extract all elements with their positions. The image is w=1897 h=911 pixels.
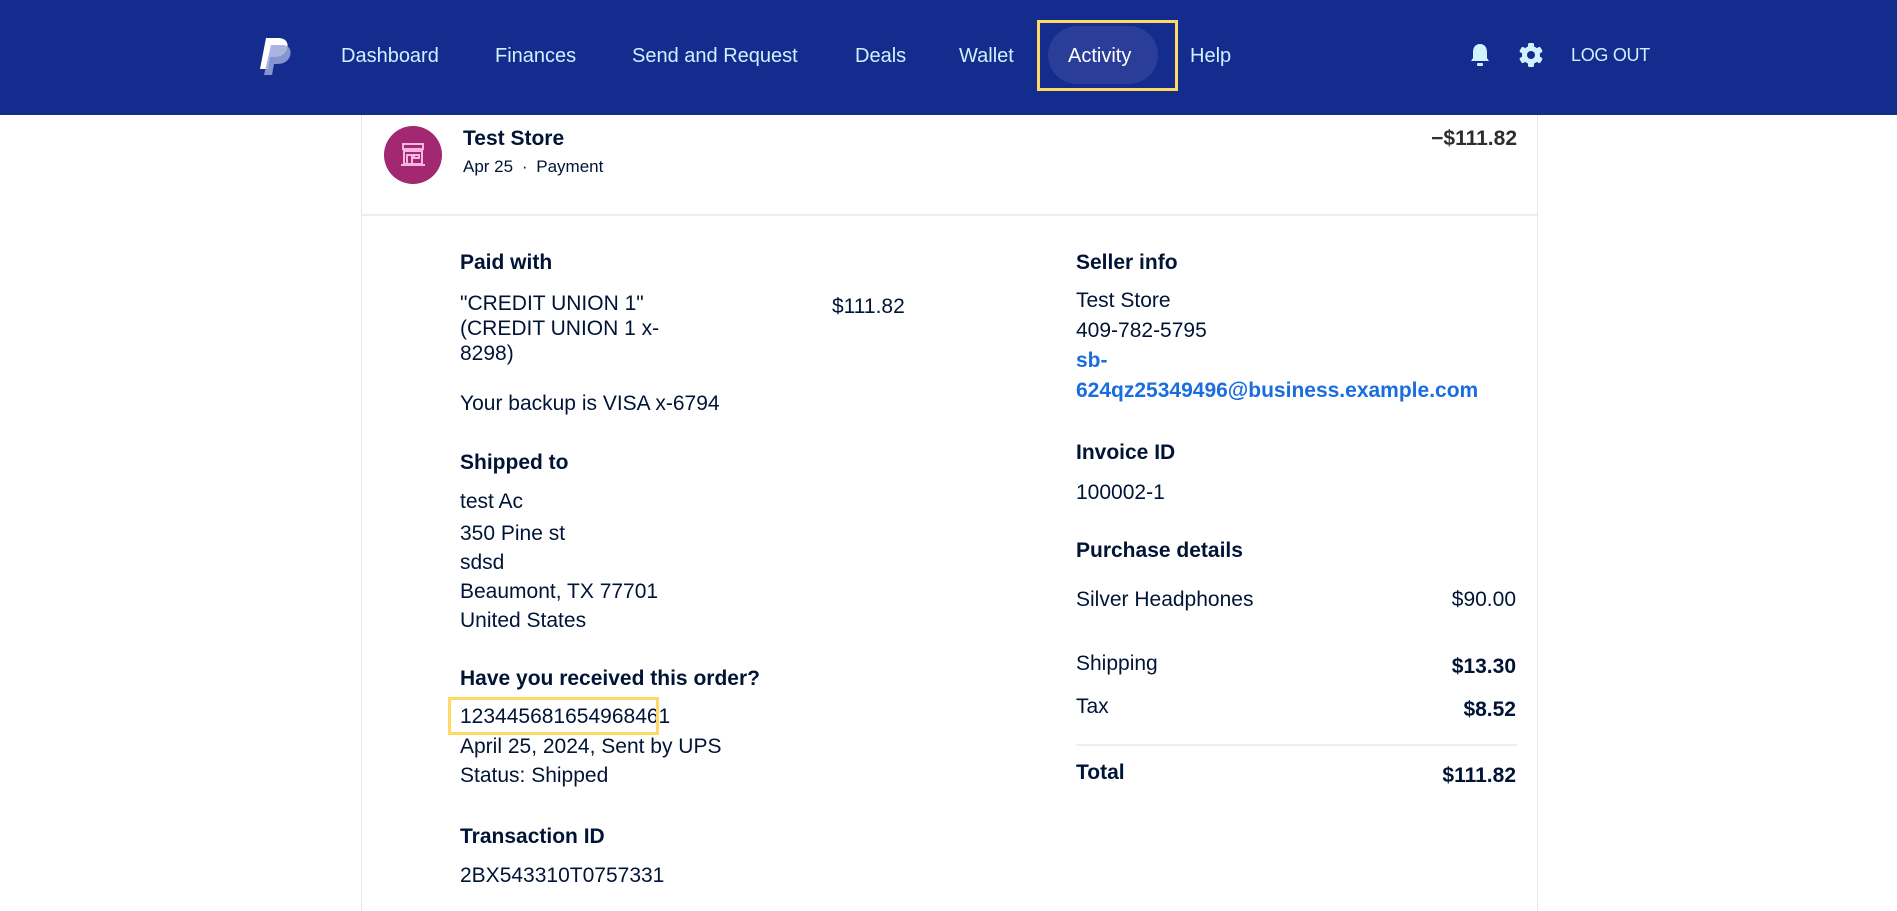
ship-city-state-zip: Beaumont, TX 77701 [460, 580, 659, 603]
bell-icon[interactable] [1465, 40, 1495, 70]
shipping-label: Shipping [1076, 652, 1158, 675]
total-divider [1076, 744, 1517, 746]
transaction-id-value: 2BX543310T0757331 [460, 864, 665, 887]
invoice-id-title: Invoice ID [1076, 441, 1176, 464]
tracking-number[interactable]: 123445681654968461 [460, 702, 670, 731]
order-received-title: Have you received this order? [460, 667, 760, 690]
transaction-meta: Apr 25 · Payment [463, 157, 603, 177]
purchase-details-title: Purchase details [1076, 539, 1243, 562]
total-value: $111.82 [1442, 764, 1516, 787]
seller-email-line-2[interactable]: 624qz25349496@business.example.com [1076, 376, 1478, 405]
nav-activity[interactable]: Activity [1068, 40, 1131, 72]
paid-with-title: Paid with [460, 251, 553, 274]
merchant-name: Test Store [463, 127, 565, 150]
top-navigation-bar: Dashboard Finances Send and Request Deal… [0, 0, 1897, 115]
nav-finances[interactable]: Finances [495, 40, 576, 72]
shipping-value: $13.30 [1451, 655, 1516, 678]
shipped-to-title: Shipped to [460, 451, 569, 474]
nav-help[interactable]: Help [1190, 40, 1231, 72]
seller-phone: 409-782-5795 [1076, 319, 1207, 342]
ship-line-2: sdsd [460, 551, 505, 574]
funding-source-line-3: 8298) [460, 342, 514, 365]
logout-button[interactable]: LOG OUT [1571, 40, 1650, 70]
transaction-detail-card: Test Store Apr 25 · Payment −$111.82 Pai… [361, 115, 1538, 911]
ship-name: test Ac [460, 490, 524, 513]
transaction-summary: Test Store Apr 25 · Payment −$111.82 [362, 115, 1537, 216]
nav-dashboard[interactable]: Dashboard [341, 40, 439, 72]
funding-amount: $111.82 [832, 295, 905, 318]
backup-funding: Your backup is VISA x-6794 [460, 392, 720, 415]
transaction-date: Apr 25 [463, 157, 514, 176]
invoice-id-value: 100002-1 [1076, 481, 1165, 504]
seller-name: Test Store [1076, 289, 1171, 312]
gear-icon[interactable] [1516, 40, 1546, 70]
item-price: $90.00 [1451, 588, 1516, 611]
transaction-id-title: Transaction ID [460, 825, 605, 848]
nav-wallet[interactable]: Wallet [959, 40, 1014, 72]
paypal-logo[interactable] [258, 36, 292, 76]
ship-country: United States [460, 609, 587, 632]
transaction-amount: −$111.82 [1431, 127, 1517, 150]
shipment-info: April 25, 2024, Sent by UPS [460, 735, 722, 758]
tax-value: $8.52 [1463, 698, 1516, 721]
tax-label: Tax [1076, 695, 1109, 718]
item-name: Silver Headphones [1076, 588, 1254, 611]
storefront-icon [384, 126, 442, 184]
nav-send-and-request[interactable]: Send and Request [632, 40, 798, 72]
total-label: Total [1076, 761, 1125, 784]
seller-email-line-1[interactable]: sb- [1076, 346, 1108, 375]
shipment-status: Status: Shipped [460, 764, 609, 787]
seller-info-title: Seller info [1076, 251, 1178, 274]
ship-street: 350 Pine st [460, 522, 566, 545]
nav-deals[interactable]: Deals [855, 40, 906, 72]
transaction-type: Payment [536, 157, 604, 176]
meta-separator: · [521, 157, 528, 176]
